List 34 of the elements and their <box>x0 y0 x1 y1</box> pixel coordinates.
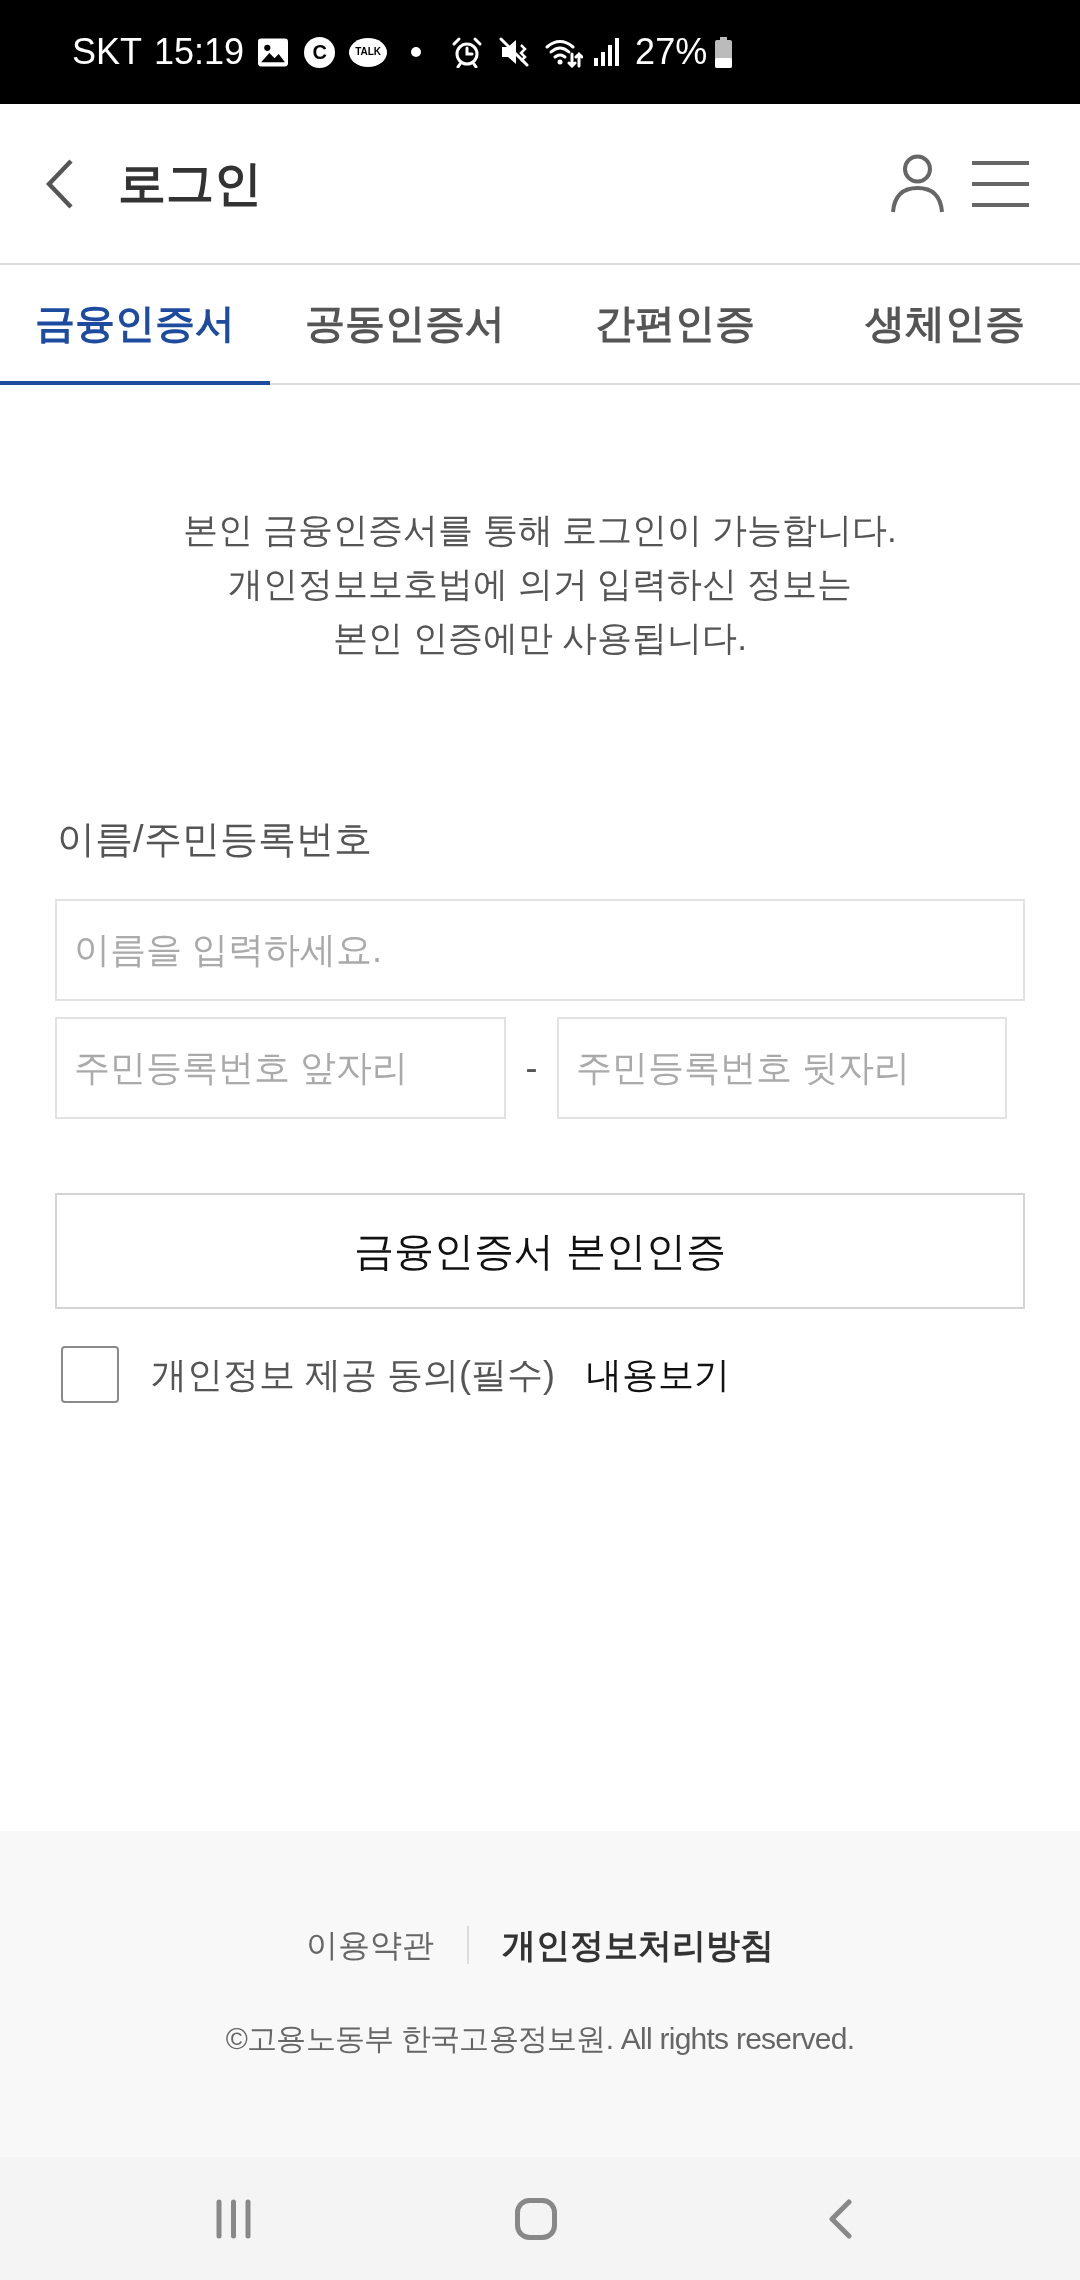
battery-icon <box>715 36 733 68</box>
carrier-name: SKT <box>72 34 142 70</box>
back-icon[interactable] <box>46 158 74 209</box>
back-nav-icon[interactable] <box>827 2198 853 2239</box>
footer-link[interactable]: 개인정보처리방침 <box>502 1919 774 1971</box>
home-icon[interactable] <box>515 2197 557 2240</box>
tab[interactable]: 공동인증서 <box>270 265 540 385</box>
verify-button[interactable]: 금융인증서 본인인증 <box>55 1193 1025 1309</box>
id-back-field[interactable]: 주민등록번호 뒷자리 <box>557 1017 1007 1119</box>
copyright-text: ©고용노동부 한국고용정보원. All rights reserved. <box>225 2021 855 2057</box>
notification-badge: C <box>304 36 336 68</box>
consent-label: 개인정보 제공 동의(필수) <box>151 1352 555 1397</box>
page-title: 로그인 <box>118 159 262 208</box>
tab[interactable]: 생체인증 <box>810 265 1080 385</box>
notice-text: 본인 금융인증서를 통해 로그인이 가능합니다. 개인정보보호법에 의거 입력하신 정보는 본인 인증에만 사용됩니다. <box>183 509 897 659</box>
field-label: 이름/주민등록번호 <box>57 817 372 862</box>
recent-apps-icon[interactable] <box>215 2198 252 2239</box>
consent-checkbox[interactable] <box>61 1346 119 1403</box>
chat-bubble: TALK <box>349 37 388 67</box>
alarm-icon <box>451 36 484 68</box>
id-front-field[interactable]: 주민등록번호 앞자리 <box>55 1017 506 1119</box>
signal-icon <box>593 38 622 66</box>
dot-icon <box>411 47 422 57</box>
tab[interactable]: 간편인증 <box>540 265 810 385</box>
user-icon[interactable] <box>890 153 945 214</box>
menu-icon[interactable] <box>972 160 1029 207</box>
image-icon <box>258 37 289 67</box>
separator-text: - <box>524 1046 539 1090</box>
tab[interactable]: 금융인증서 <box>0 265 270 385</box>
view-details-link[interactable]: 내용보기 <box>586 1347 730 1402</box>
name-field[interactable]: 이름을 입력하세요. <box>55 899 1025 1001</box>
footer-link[interactable]: 이용약관 <box>306 1921 434 1969</box>
status-time: 15:19 <box>154 34 245 70</box>
battery-percent: 27% <box>635 34 708 70</box>
